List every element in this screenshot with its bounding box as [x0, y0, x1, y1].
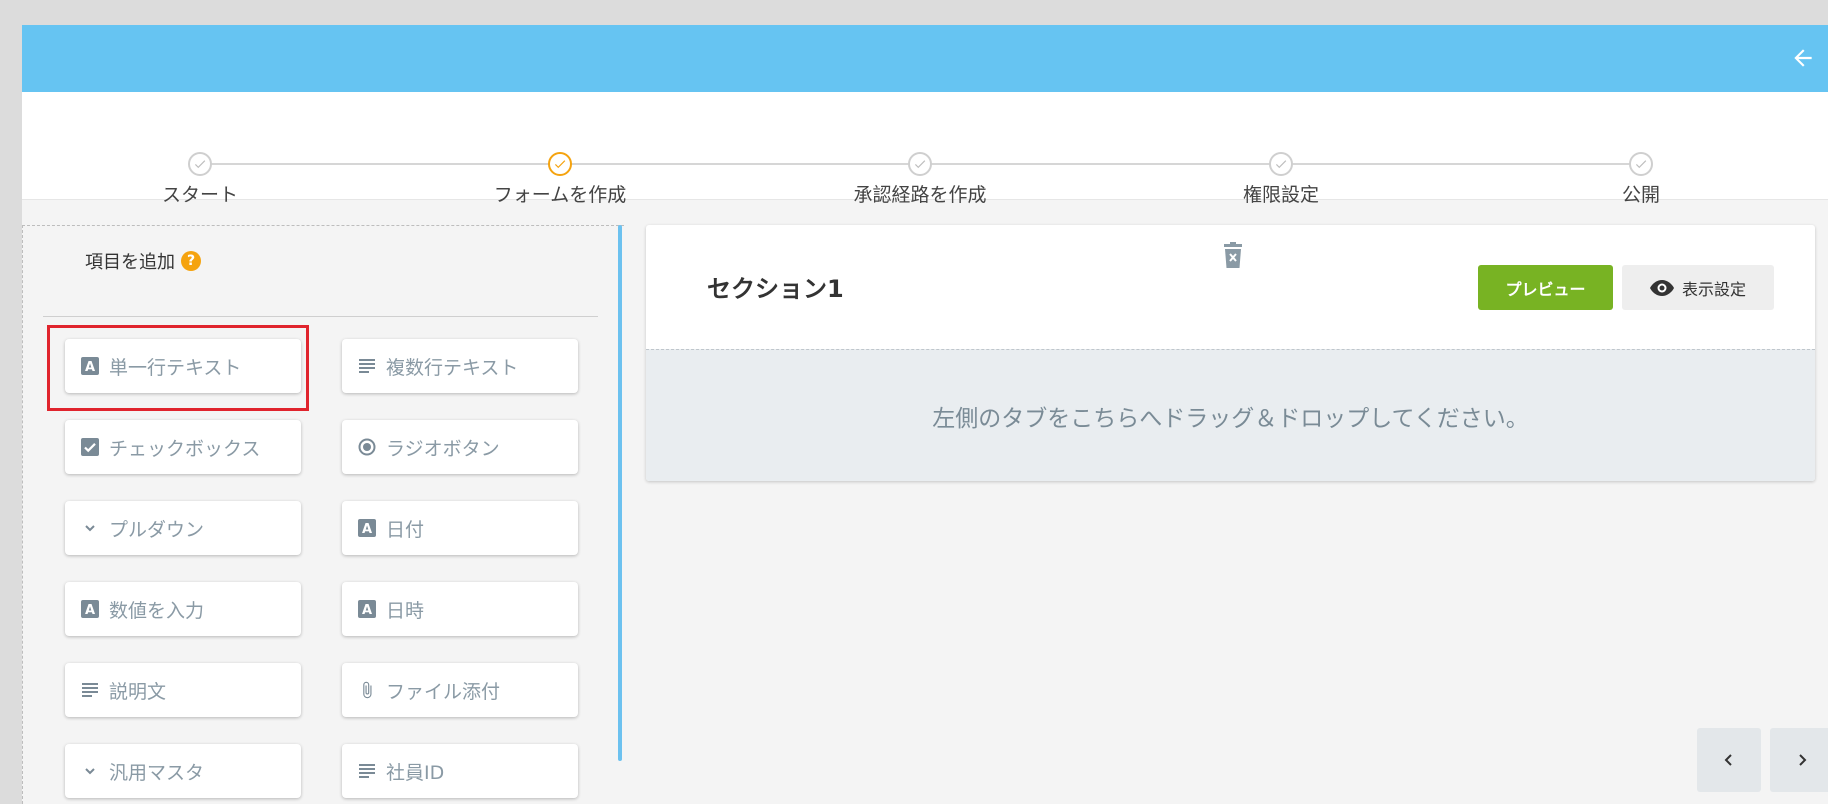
progress-stepper: スタート フォームを作成 承認経路を作成 権限設定 公開 [22, 92, 1828, 206]
step-start[interactable]: スタート [70, 92, 330, 206]
section-title: セクション1 [707, 275, 844, 303]
preview-button[interactable]: プレビュー [1478, 265, 1613, 310]
field-date[interactable]: A 日付 [342, 501, 578, 555]
field-label: 複数行テキスト [386, 356, 519, 379]
step-approval-route[interactable]: 承認経路を作成 [790, 92, 1050, 206]
lines-icon [358, 357, 376, 375]
trash-icon [1224, 242, 1242, 268]
step-label: 公開 [1621, 184, 1660, 206]
field-label: 社員ID [386, 761, 445, 784]
chevron-left-icon [1724, 754, 1732, 766]
drop-zone[interactable]: 左側のタブをこちらへドラッグ＆ドロップしてください。 [646, 349, 1815, 481]
palette-header: 項目を追加 ? [85, 248, 201, 274]
field-label: ラジオボタン [386, 437, 500, 460]
back-button[interactable] [1778, 33, 1828, 83]
field-multi-line-text[interactable]: 複数行テキスト [342, 339, 578, 393]
display-settings-button[interactable]: 表示設定 [1622, 265, 1774, 310]
letter-a-icon: A [358, 600, 376, 618]
step-publish[interactable]: 公開 [1511, 92, 1771, 206]
lines-icon [358, 762, 376, 780]
field-datetime[interactable]: A 日時 [342, 582, 578, 636]
step-label: スタート [161, 184, 238, 206]
field-label: 日付 [386, 518, 425, 541]
field-palette-panel: 項目を追加 ? A 単一行テキスト 複数行テキスト チェックボックス ラジオボタ… [22, 225, 624, 804]
palette-divider [43, 316, 598, 317]
check-circle-icon [188, 152, 212, 176]
checkbox-icon [81, 438, 99, 456]
arrow-left-icon [1794, 49, 1812, 67]
field-label: ファイル添付 [386, 680, 501, 703]
check-circle-icon [1269, 152, 1293, 176]
svg-text:A: A [85, 603, 95, 618]
step-permissions[interactable]: 権限設定 [1151, 92, 1411, 206]
step-label: 権限設定 [1242, 184, 1319, 206]
chevron-down-icon [81, 519, 99, 537]
eye-icon [1649, 279, 1674, 296]
section-card: セクション1 プレビュー 表示設定 左側のタブをこちらへドラッグ＆ドロップしてく… [646, 225, 1815, 481]
lines-icon [81, 681, 99, 699]
step-label: フォームを作成 [493, 184, 627, 206]
check-circle-icon [908, 152, 932, 176]
field-description[interactable]: 説明文 [65, 663, 301, 717]
field-label: 説明文 [109, 680, 167, 703]
field-single-line-text[interactable]: A 単一行テキスト [65, 339, 301, 393]
field-label: 汎用マスタ [109, 761, 205, 784]
letter-a-icon: A [358, 519, 376, 537]
svg-text:A: A [362, 522, 372, 537]
field-employee-id[interactable]: 社員ID [342, 744, 578, 798]
field-label: チェックボックス [109, 437, 261, 460]
field-label: 日時 [386, 599, 425, 622]
svg-text:A: A [362, 603, 372, 618]
paperclip-icon [358, 681, 376, 699]
field-label: 単一行テキスト [109, 356, 242, 379]
field-file-attachment[interactable]: ファイル添付 [342, 663, 578, 717]
display-settings-label: 表示設定 [1681, 279, 1746, 299]
palette-title: 項目を追加 [85, 252, 175, 273]
help-icon[interactable]: ? [181, 251, 201, 271]
chevron-right-icon [1799, 754, 1807, 766]
radio-icon [358, 438, 376, 456]
field-radio-button[interactable]: ラジオボタン [342, 420, 578, 474]
step-create-form[interactable]: フォームを作成 [430, 92, 690, 206]
letter-a-icon: A [81, 357, 99, 375]
svg-text:A: A [85, 360, 95, 375]
field-number-input[interactable]: A 数値を入力 [65, 582, 301, 636]
field-pulldown[interactable]: プルダウン [65, 501, 301, 555]
field-label: 数値を入力 [109, 599, 205, 622]
chevron-down-icon [81, 762, 99, 780]
delete-section-button[interactable] [1221, 242, 1245, 270]
top-bar [22, 25, 1828, 92]
field-general-master[interactable]: 汎用マスタ [65, 744, 301, 798]
step-label: 承認経路を作成 [853, 184, 987, 206]
next-button[interactable] [1770, 728, 1828, 792]
check-circle-icon [548, 152, 572, 176]
app-window: スタート フォームを作成 承認経路を作成 権限設定 公開 項目を追加 ? A 単… [22, 25, 1828, 804]
field-checkbox[interactable]: チェックボックス [65, 420, 301, 474]
palette-scrollbar[interactable] [618, 225, 622, 761]
check-circle-icon [1629, 152, 1653, 176]
letter-a-icon: A [81, 600, 99, 618]
drop-hint: 左側のタブをこちらへドラッグ＆ドロップしてください。 [932, 405, 1529, 432]
field-label: プルダウン [109, 518, 205, 541]
prev-button[interactable] [1697, 728, 1761, 792]
